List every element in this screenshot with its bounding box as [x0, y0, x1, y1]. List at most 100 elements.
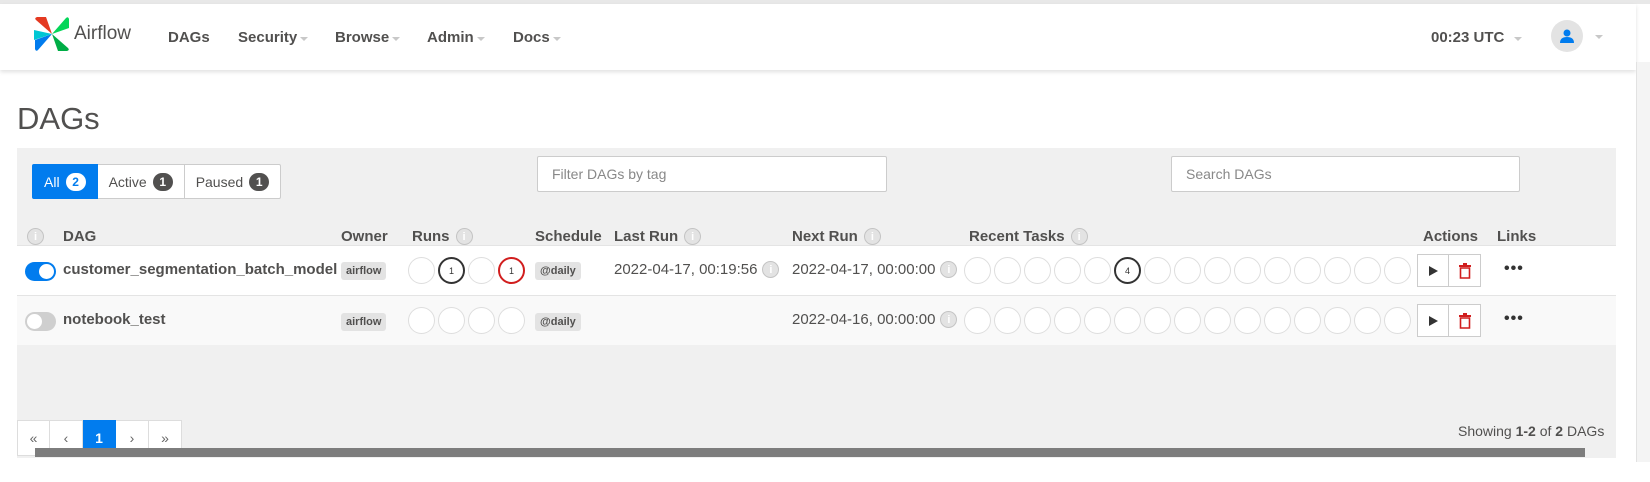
more-dots-icon[interactable]: •••	[1504, 310, 1524, 328]
nav-docs[interactable]: Docs	[513, 29, 561, 46]
vertical-scrollbar[interactable]	[1636, 62, 1650, 462]
task-state-circle[interactable]	[1384, 257, 1411, 284]
header-info[interactable]: i	[27, 228, 44, 245]
horizontal-scrollbar[interactable]	[35, 448, 1585, 457]
actions-group	[1417, 254, 1481, 287]
task-state-circle[interactable]	[1264, 307, 1291, 334]
task-state-circle[interactable]	[1144, 307, 1171, 334]
status-filter-group: All 2 Active 1 Paused 1	[32, 164, 282, 199]
task-state-circle[interactable]	[994, 257, 1021, 284]
trash-icon	[1458, 262, 1471, 279]
owner-tag[interactable]: airflow	[341, 313, 387, 331]
next-run-text: 2022-04-16, 00:00:00	[792, 311, 936, 328]
toggle-knob	[27, 314, 42, 329]
schedule-tag[interactable]: @daily	[535, 313, 581, 331]
trigger-dag-button[interactable]	[1417, 254, 1449, 287]
task-state-circle[interactable]	[964, 257, 991, 284]
nav-admin[interactable]: Admin	[427, 29, 485, 46]
dag-id-link[interactable]: notebook_test	[63, 311, 166, 328]
task-state-circle[interactable]	[994, 307, 1021, 334]
task-state-circle[interactable]	[1264, 257, 1291, 284]
schedule-tag[interactable]: @daily	[535, 262, 581, 280]
info-icon[interactable]: i	[684, 228, 702, 245]
header-runs: Runs i	[412, 228, 473, 245]
more-dots-icon[interactable]: •••	[1504, 260, 1524, 278]
run-state-circle[interactable]	[468, 257, 495, 284]
run-state-circle[interactable]	[408, 307, 435, 334]
tag-filter-input[interactable]: Filter DAGs by tag	[537, 156, 887, 192]
task-state-circle[interactable]	[1234, 257, 1261, 284]
task-state-circle[interactable]	[1324, 257, 1351, 284]
task-state-circle[interactable]	[1324, 307, 1351, 334]
run-state-circle[interactable]	[468, 307, 495, 334]
dag-pause-toggle[interactable]	[25, 262, 56, 281]
last-run-cell: 2022-04-17, 00:19:56 i	[614, 261, 780, 278]
task-state-circle[interactable]	[1054, 257, 1081, 284]
summary-suffix: DAGs	[1563, 423, 1605, 439]
owner-tag[interactable]: airflow	[341, 262, 387, 280]
dag-pause-toggle[interactable]	[25, 312, 56, 331]
nav-dags-label: DAGs	[168, 29, 210, 46]
task-state-circle[interactable]	[964, 307, 991, 334]
run-state-circle[interactable]	[408, 257, 435, 284]
last-run-link[interactable]: 2022-04-17, 00:19:56	[614, 261, 757, 278]
task-state-circle[interactable]	[1204, 307, 1231, 334]
task-state-circle[interactable]	[1024, 257, 1051, 284]
utc-clock[interactable]: 00:23 UTC	[1431, 29, 1523, 46]
task-state-circle[interactable]	[1294, 257, 1321, 284]
task-state-circle[interactable]	[1294, 307, 1321, 334]
user-menu[interactable]	[1551, 20, 1603, 52]
filter-active-button[interactable]: Active 1	[97, 164, 185, 199]
info-icon[interactable]: i	[940, 311, 958, 328]
info-icon[interactable]: i	[863, 228, 881, 245]
header-next-run[interactable]: Next Run i	[792, 228, 881, 245]
task-state-circle[interactable]	[1084, 307, 1111, 334]
header-owner[interactable]: Owner	[341, 228, 388, 245]
info-icon[interactable]: i	[762, 261, 780, 278]
task-state-circle[interactable]	[1354, 257, 1381, 284]
task-state-circle[interactable]	[1144, 257, 1171, 284]
clock-label: 00:23 UTC	[1431, 29, 1505, 46]
airflow-logo-icon	[34, 17, 69, 51]
search-dags-input[interactable]: Search DAGs	[1171, 156, 1520, 192]
nav-security[interactable]: Security	[238, 29, 309, 46]
task-state-circle[interactable]	[1024, 307, 1051, 334]
task-state-circle[interactable]	[1354, 307, 1381, 334]
summary-of: of	[1535, 423, 1556, 439]
info-icon[interactable]: i	[1070, 228, 1088, 245]
info-icon[interactable]: i	[455, 228, 473, 245]
task-state-circle[interactable]	[1204, 257, 1231, 284]
task-state-circle[interactable]	[1174, 257, 1201, 284]
task-state-circle[interactable]	[1384, 307, 1411, 334]
trigger-dag-button[interactable]	[1417, 304, 1449, 337]
task-state-circle[interactable]	[1234, 307, 1261, 334]
play-icon	[1429, 315, 1438, 326]
nav-browse-label: Browse	[335, 29, 390, 46]
play-icon	[1429, 265, 1438, 276]
filter-active-label: Active	[108, 173, 147, 190]
run-state-circle-running[interactable]: 1	[438, 257, 465, 284]
filter-all-count: 2	[65, 172, 86, 191]
header-last-run-label: Last Run	[614, 228, 679, 245]
filter-paused-button[interactable]: Paused 1	[184, 164, 282, 199]
run-state-circle[interactable]	[498, 307, 525, 334]
nav-browse[interactable]: Browse	[335, 29, 401, 46]
header-dag[interactable]: DAG	[63, 228, 96, 245]
delete-dag-button[interactable]	[1449, 304, 1481, 337]
delete-dag-button[interactable]	[1449, 254, 1481, 287]
filter-all-button[interactable]: All 2	[32, 164, 98, 199]
task-state-circle-running[interactable]: 4	[1114, 257, 1141, 284]
info-icon[interactable]: i	[940, 261, 958, 278]
nav-dags[interactable]: DAGs	[168, 29, 210, 46]
chevron-down-icon	[476, 36, 485, 41]
task-state-circle[interactable]	[1054, 307, 1081, 334]
run-state-circle-failed[interactable]: 1	[498, 257, 525, 284]
user-icon	[1560, 29, 1574, 43]
task-state-circle[interactable]	[1174, 307, 1201, 334]
run-state-circle[interactable]	[438, 307, 465, 334]
task-state-circle[interactable]	[1114, 307, 1141, 334]
task-state-circle[interactable]	[1084, 257, 1111, 284]
search-dags-placeholder: Search DAGs	[1186, 166, 1272, 182]
dag-id-link[interactable]: customer_segmentation_batch_model	[63, 261, 337, 278]
brand[interactable]: Airflow	[32, 14, 131, 54]
